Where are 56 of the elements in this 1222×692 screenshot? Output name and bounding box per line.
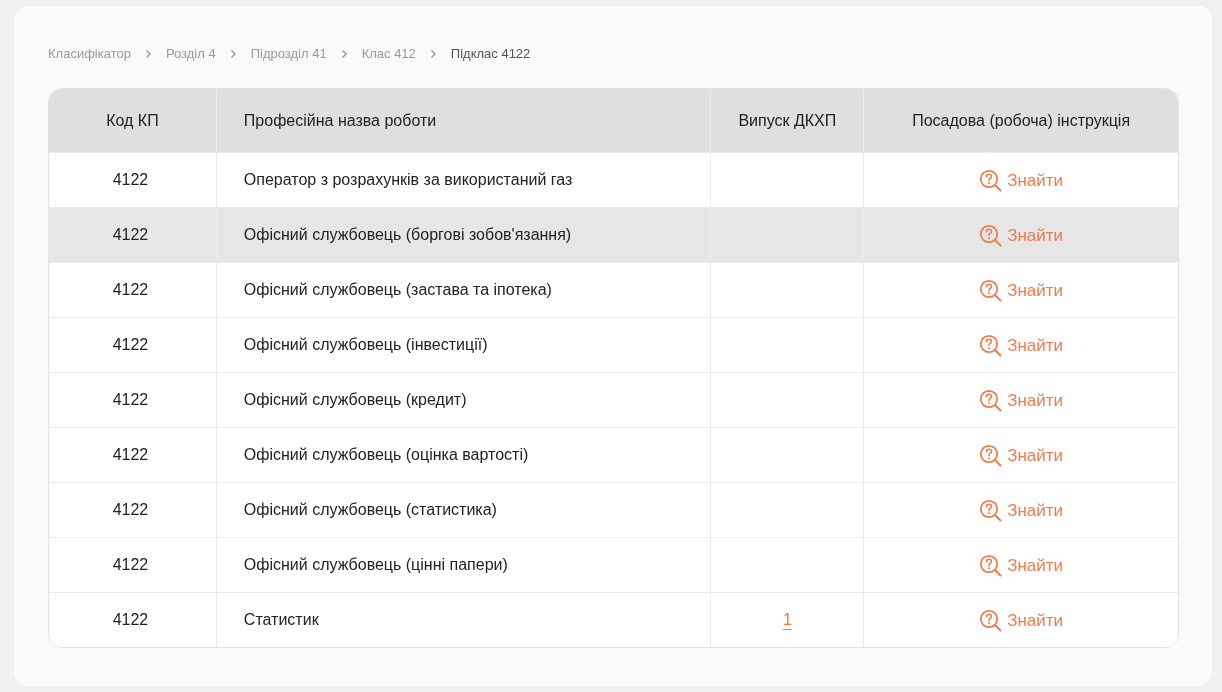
code-cell-text: 4122 <box>112 280 149 300</box>
breadcrumb-link[interactable]: Розділ 4 <box>165 44 216 64</box>
job-title-cell-text: Офісний службовець (кредит) <box>243 390 467 410</box>
code-cell-text: 4122 <box>112 390 149 410</box>
breadcrumb-link[interactable]: Класифікатор <box>48 44 131 64</box>
code-cell-text: 4122 <box>112 170 149 190</box>
chevron-right-icon <box>229 49 237 59</box>
find-link[interactable]: Знайти <box>979 278 1064 304</box>
chevron-right-icon <box>144 49 152 59</box>
question-search-icon <box>979 224 1004 248</box>
table-row[interactable]: 4122 Статистик 1 Знайти <box>49 592 1178 647</box>
column-header: Код КП <box>105 110 160 131</box>
question-search-icon <box>979 554 1004 578</box>
question-search-icon <box>979 389 1004 413</box>
job-title-cell-text: Офісний службовець (статистика) <box>243 500 497 520</box>
issue-link[interactable]: 1 <box>782 608 792 632</box>
table-row[interactable]: 4122 Офісний службовець (боргові зобов'язання) Знайти <box>49 207 1178 262</box>
code-cell-text: 4122 <box>112 225 149 245</box>
question-search-icon <box>979 444 1004 468</box>
question-search-icon <box>979 169 1004 193</box>
job-title-cell-text: Офісний службовець (цінні папери) <box>243 555 508 575</box>
breadcrumb-link[interactable]: Клас 412 <box>361 44 416 64</box>
table-row[interactable]: 4122 Офісний службовець (оцінка вартості) Знайти <box>49 427 1178 482</box>
job-title-cell-text: Статистик <box>243 610 319 630</box>
find-link[interactable]: Знайти <box>979 223 1064 249</box>
chevron-right-icon <box>429 49 437 59</box>
breadcrumb-current[interactable]: Підклас 4122 <box>450 44 531 64</box>
find-link[interactable]: Знайти <box>979 333 1064 359</box>
table-row[interactable]: 4122 Офісний службовець (цінні папери) Знайти <box>49 537 1178 592</box>
job-title-cell-text: Офісний службовець (застава та іпотека) <box>243 280 552 300</box>
find-link[interactable]: Знайти <box>979 388 1064 414</box>
question-search-icon <box>979 609 1004 633</box>
breadcrumb-link[interactable]: Підрозділ 41 <box>250 44 327 64</box>
find-link[interactable]: Знайти <box>979 443 1064 469</box>
table-row[interactable]: 4122 Офісний службовець (статистика) Знайти <box>49 482 1178 537</box>
question-search-icon <box>979 279 1004 303</box>
find-link[interactable]: Знайти <box>979 498 1064 524</box>
job-title-cell-text: Офісний службовець (боргові зобов'язання) <box>243 225 572 245</box>
table-row[interactable]: 4122 Офісний службовець (інвестиції) Знайти <box>49 317 1178 372</box>
find-link[interactable]: Знайти <box>979 608 1064 634</box>
question-search-icon <box>979 334 1004 358</box>
job-title-cell-text: Офісний службовець (оцінка вартості) <box>243 445 529 465</box>
table-row[interactable]: 4122 Офісний службовець (кредит) Знайти <box>49 372 1178 427</box>
code-cell-text: 4122 <box>112 555 149 575</box>
job-title-cell-text: Оператор з розрахунків за використаний газ <box>243 170 573 190</box>
job-title-cell-text: Офісний службовець (інвестиції) <box>243 335 488 355</box>
table-row[interactable]: 4122 Оператор з розрахунків за використаний газ Знайти <box>49 152 1178 207</box>
code-cell-text: 4122 <box>112 500 149 520</box>
code-cell-text: 4122 <box>112 445 149 465</box>
question-search-icon <box>979 499 1004 523</box>
find-link[interactable]: Знайти <box>979 168 1064 194</box>
table-row[interactable]: 4122 Офісний службовець (застава та іпотека) Знайти <box>49 262 1178 317</box>
code-cell-text: 4122 <box>112 610 149 630</box>
find-link[interactable]: Знайти <box>979 553 1064 579</box>
chevron-right-icon <box>340 49 348 59</box>
code-cell-text: 4122 <box>112 335 149 355</box>
